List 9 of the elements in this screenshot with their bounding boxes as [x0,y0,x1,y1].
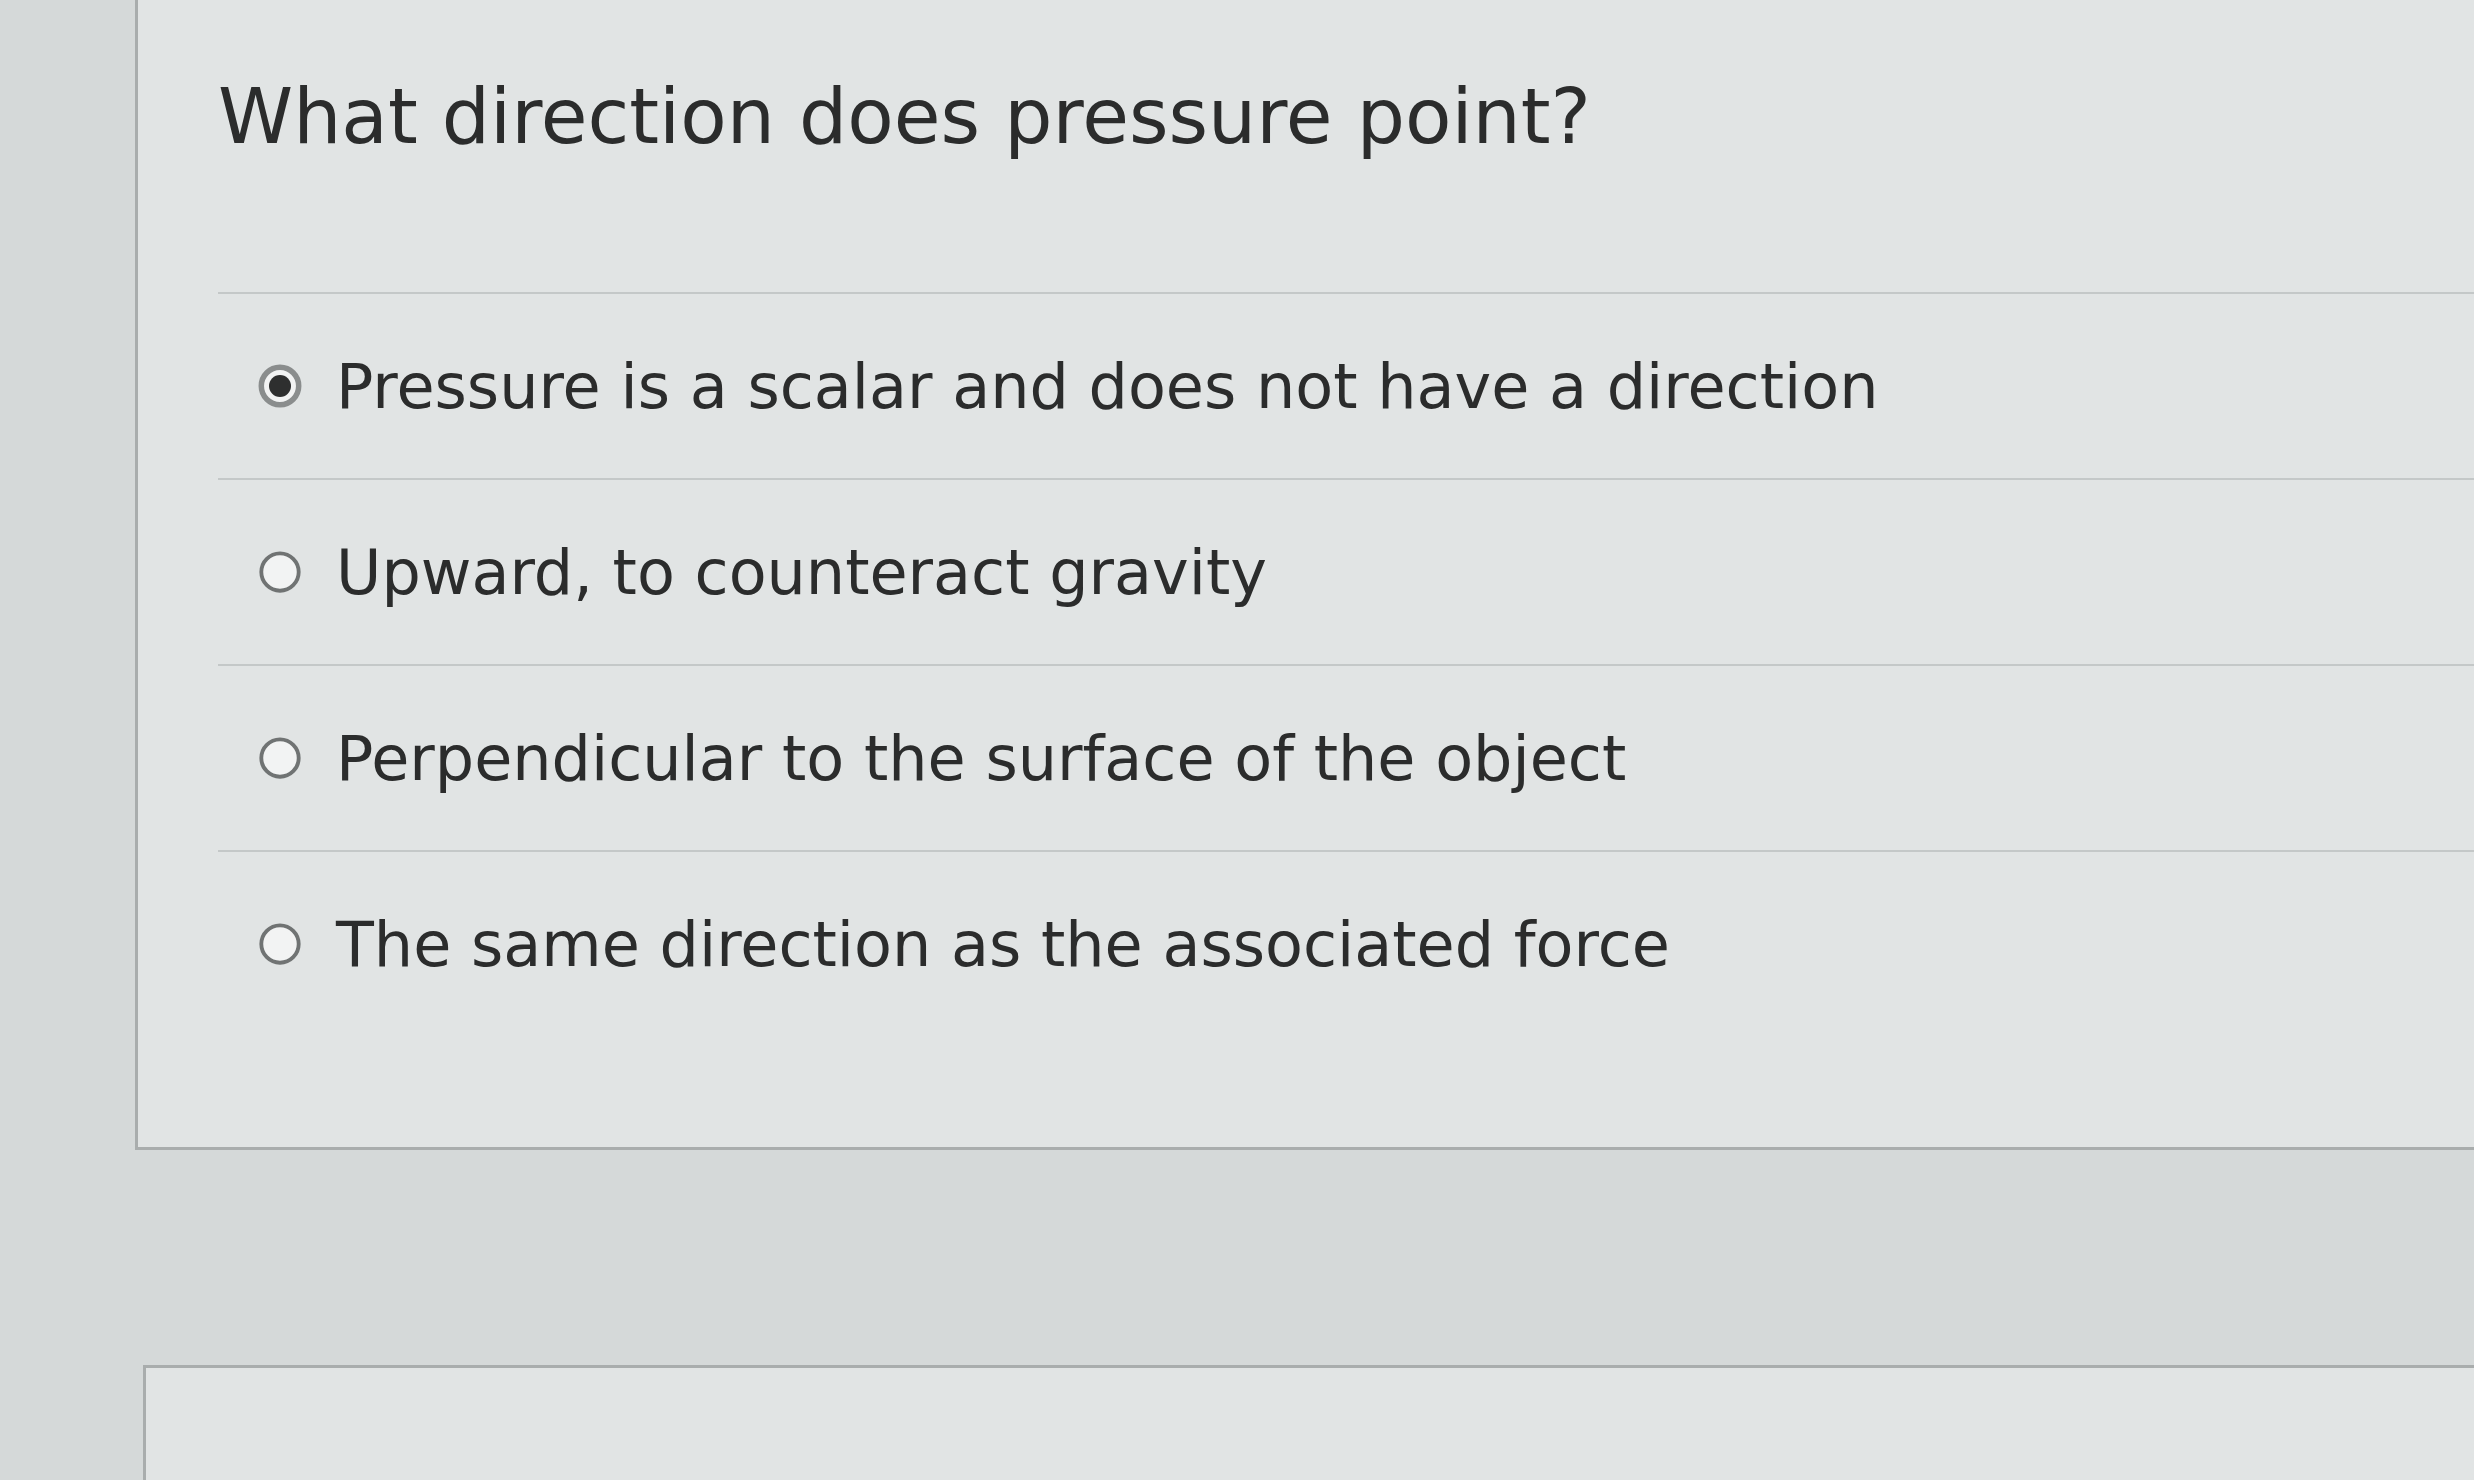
option-label[interactable]: Pressure is a scalar and does not have a direction [336,349,1879,423]
radio-button[interactable] [258,736,302,780]
radio-button[interactable] [258,550,302,594]
radio-button[interactable] [258,922,302,966]
radio-button[interactable] [258,364,302,408]
option-label[interactable]: Perpendicular to the surface of the object [336,721,1627,795]
option-label[interactable]: The same direction as the associated force [336,907,1670,981]
option-label[interactable]: Upward, to counteract gravity [336,535,1267,609]
question-title: What direction does pressure point? [218,71,1592,163]
